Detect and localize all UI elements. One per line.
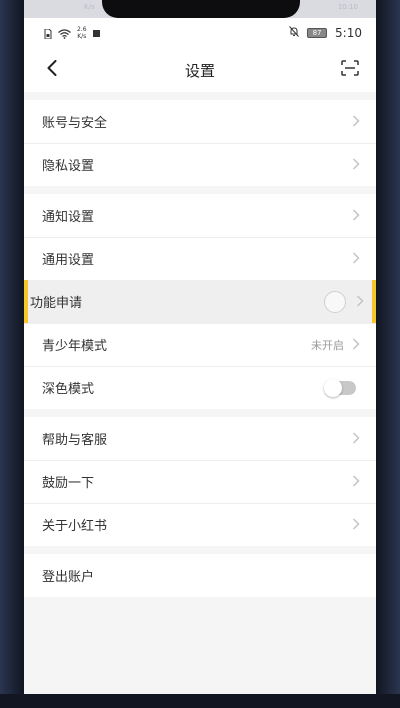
top-strip-left-text: K/s	[84, 3, 95, 11]
settings-item-label: 通用设置	[42, 253, 95, 268]
chevron-right-icon	[352, 155, 360, 174]
page-title: 设置	[184, 61, 215, 80]
settings-item-help[interactable]: 帮助与客服	[24, 417, 376, 460]
chevron-right-icon	[356, 292, 364, 311]
settings-item-teen-mode[interactable]: 青少年模式 未开启	[24, 323, 376, 366]
chevron-right-icon	[352, 112, 360, 131]
settings-group-general: 通知设置 通用设置 功能申请 青少年模式 未开启 深色模式	[24, 194, 376, 409]
settings-item-label: 通知设置	[42, 210, 95, 225]
sim-icon	[44, 24, 52, 43]
settings-item-label: 深色模式	[42, 382, 95, 397]
status-time: 5:10	[335, 26, 362, 40]
settings-item-encourage[interactable]: 鼓励一下	[24, 460, 376, 503]
chevron-left-icon	[47, 60, 57, 80]
settings-item-notifications[interactable]: 通知设置	[24, 194, 376, 237]
battery-icon: 87	[307, 28, 328, 38]
logout-button[interactable]: 登出账户	[24, 554, 376, 597]
settings-item-about[interactable]: 关于小红书	[24, 503, 376, 546]
phone-frame-bottom	[0, 694, 400, 708]
settings-group-account: 账号与安全 隐私设置	[24, 100, 376, 186]
settings-item-label: 关于小红书	[42, 519, 108, 534]
touch-indicator	[324, 291, 346, 313]
settings-item-privacy[interactable]: 隐私设置	[24, 143, 376, 186]
settings-item-label: 账号与安全	[42, 116, 108, 131]
network-speed-value: 2.6	[77, 26, 87, 33]
settings-group-about: 帮助与客服 鼓励一下 关于小红书	[24, 417, 376, 546]
settings-item-general[interactable]: 通用设置	[24, 237, 376, 280]
chevron-right-icon	[352, 472, 360, 491]
scan-icon	[341, 60, 359, 80]
wifi-icon	[58, 24, 71, 43]
phone-frame-left	[0, 0, 24, 708]
dark-mode-toggle[interactable]	[324, 378, 356, 397]
top-strip-right-text: 10:10	[337, 3, 358, 11]
settings-group-logout: 登出账户	[24, 554, 376, 597]
network-speed-unit: K/s	[77, 33, 87, 40]
phone-screen: K/s 10:10 2.6 K/s 87 5:10 设置 账号与安全 隐私设置 …	[24, 0, 376, 694]
settings-item-label: 帮助与客服	[42, 433, 108, 448]
scan-button[interactable]	[338, 58, 362, 82]
bottom-empty-area	[24, 610, 376, 694]
settings-item-label: 功能申请	[30, 296, 83, 311]
back-button[interactable]	[40, 58, 64, 82]
chevron-right-icon	[352, 249, 360, 268]
toggle-knob	[324, 378, 342, 397]
teen-mode-status: 未开启	[311, 338, 344, 352]
chevron-right-icon	[352, 206, 360, 225]
chevron-right-icon	[352, 335, 360, 354]
settings-item-dark-mode: 深色模式	[24, 366, 376, 409]
network-speed: 2.6 K/s	[77, 26, 87, 40]
settings-item-account-security[interactable]: 账号与安全	[24, 100, 376, 143]
status-bar: 2.6 K/s 87 5:10	[24, 18, 376, 48]
phone-frame-right	[376, 0, 400, 708]
settings-item-label: 青少年模式	[42, 339, 108, 354]
notification-square-icon	[92, 29, 100, 37]
settings-list: 账号与安全 隐私设置 通知设置 通用设置 功能申请 青少年模式 未开启 深色模式…	[24, 100, 376, 605]
settings-item-feature-request[interactable]: 功能申请	[24, 280, 376, 323]
camera-notch	[102, 0, 300, 18]
nav-header: 设置	[24, 48, 376, 92]
settings-item-label: 登出账户	[42, 570, 95, 585]
bell-off-icon	[289, 26, 299, 40]
chevron-right-icon	[352, 515, 360, 534]
settings-item-label: 鼓励一下	[42, 476, 95, 491]
chevron-right-icon	[352, 429, 360, 448]
settings-item-label: 隐私设置	[42, 159, 95, 174]
